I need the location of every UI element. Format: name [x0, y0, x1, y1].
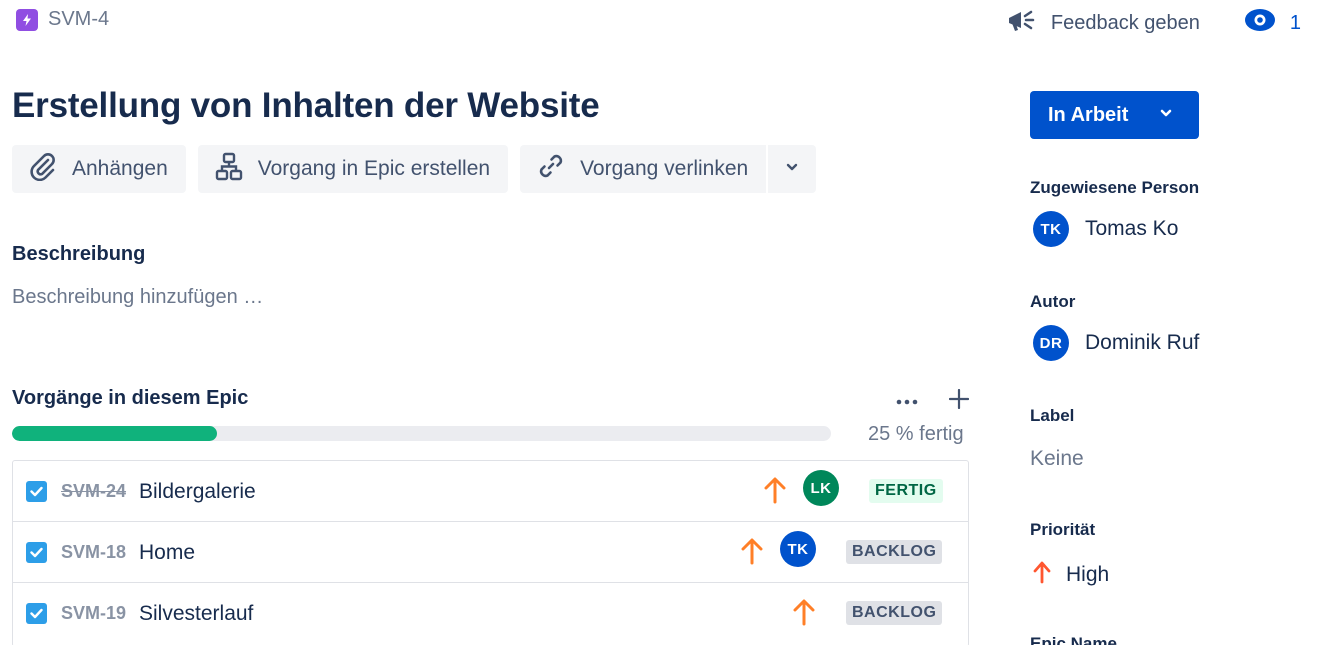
- create-in-epic-button[interactable]: Vorgang in Epic erstellen: [197, 145, 509, 193]
- plus-icon: [948, 388, 970, 414]
- checkbox-icon: [26, 481, 47, 502]
- child-issue-key[interactable]: SVM-24: [61, 481, 126, 502]
- priority-value: High: [1066, 563, 1110, 586]
- checkbox-icon: [26, 603, 47, 624]
- priority-arrow-icon: [739, 536, 765, 566]
- epic-name-label: Epic Name: [1030, 634, 1117, 645]
- child-issue-row[interactable]: SVM-24 Bildergalerie LK FERTIG: [13, 461, 968, 522]
- status-dropdown[interactable]: In Arbeit: [1030, 91, 1199, 139]
- assignee-avatar[interactable]: TK: [780, 531, 816, 567]
- child-issue-summary[interactable]: Bildergalerie: [139, 480, 256, 504]
- avatar: TK: [1033, 211, 1069, 247]
- child-issues-list: SVM-24 Bildergalerie LK FERTIG SVM-18 Ho…: [12, 460, 969, 645]
- priority-arrow-icon: [762, 475, 788, 505]
- assignee-name: Tomas Ko: [1085, 217, 1179, 240]
- create-in-epic-label: Vorgang in Epic erstellen: [257, 157, 491, 180]
- link-issue-label: Vorgang verlinken: [580, 157, 749, 180]
- more-icon: [896, 392, 918, 410]
- labels-field[interactable]: Keine: [1030, 447, 1084, 471]
- breadcrumb: SVM-4: [16, 8, 109, 31]
- description-input[interactable]: Beschreibung hinzufügen …: [12, 286, 263, 309]
- priority-arrow-icon: [1032, 560, 1052, 590]
- priority-label: Priorität: [1030, 520, 1096, 539]
- watch-button[interactable]: 1: [1244, 8, 1301, 38]
- status-lozenge[interactable]: FERTIG: [869, 479, 943, 503]
- megaphone-icon: [1005, 4, 1037, 42]
- hierarchy-icon: [214, 151, 244, 187]
- child-issues-tools: [892, 386, 974, 416]
- reporter-label: Autor: [1030, 292, 1076, 311]
- epic-icon: [16, 8, 38, 31]
- progress-bar: [12, 426, 831, 441]
- progress-label: 25 % fertig: [868, 423, 964, 445]
- attach-button[interactable]: Anhängen: [12, 145, 186, 193]
- assignee-field[interactable]: TK Tomas Ko: [1033, 211, 1178, 247]
- status-label: In Arbeit: [1048, 103, 1129, 126]
- issue-title[interactable]: Erstellung von Inhalten der Website: [12, 86, 600, 126]
- description-heading: Beschreibung: [12, 243, 146, 265]
- reporter-name: Dominik Ruf: [1085, 331, 1200, 354]
- issue-view: SVM-4 Feedback geben 1 Erstellung von In…: [0, 0, 1317, 645]
- eye-icon: [1244, 8, 1276, 38]
- feedback-button[interactable]: Feedback geben: [1005, 4, 1200, 42]
- priority-arrow-icon: [791, 597, 817, 627]
- child-issue-row[interactable]: SVM-18 Home TK BACKLOG: [13, 522, 968, 583]
- child-issues-more-button[interactable]: [892, 386, 922, 416]
- chevron-down-icon: [1158, 104, 1174, 127]
- status-lozenge[interactable]: BACKLOG: [846, 601, 943, 625]
- link-icon: [536, 151, 566, 187]
- breadcrumb-issue-key[interactable]: SVM-4: [48, 8, 109, 31]
- more-actions-button[interactable]: [768, 145, 816, 193]
- feedback-label: Feedback geben: [1050, 11, 1200, 34]
- issue-actions: Anhängen Vorgang in Epic erstellen Vorga…: [12, 145, 817, 193]
- link-issue-group: Vorgang verlinken: [520, 145, 817, 193]
- labels-label: Label: [1030, 406, 1075, 425]
- chevron-down-icon: [784, 159, 800, 180]
- attach-label: Anhängen: [72, 157, 168, 180]
- add-child-issue-button[interactable]: [944, 386, 974, 416]
- watchers-count: 1: [1289, 11, 1301, 34]
- avatar: DR: [1033, 325, 1069, 361]
- child-issue-key[interactable]: SVM-18: [61, 542, 126, 563]
- child-issue-summary[interactable]: Silvesterlauf: [139, 602, 253, 626]
- status-lozenge[interactable]: BACKLOG: [846, 540, 943, 564]
- reporter-field[interactable]: DR Dominik Ruf: [1033, 325, 1199, 361]
- child-issue-summary[interactable]: Home: [139, 541, 195, 565]
- progress-fill: [12, 426, 217, 441]
- paperclip-icon: [28, 151, 58, 187]
- priority-field[interactable]: High: [1032, 560, 1109, 590]
- child-issue-key[interactable]: SVM-19: [61, 603, 126, 624]
- header-actions: Feedback geben 1: [1005, 4, 1301, 42]
- assignee-avatar[interactable]: LK: [803, 470, 839, 506]
- assignee-label: Zugewiesene Person: [1030, 178, 1200, 197]
- link-issue-button[interactable]: Vorgang verlinken: [520, 145, 766, 193]
- child-issue-row[interactable]: SVM-19 Silvesterlauf BACKLOG: [13, 583, 968, 645]
- checkbox-icon: [26, 542, 47, 563]
- child-issues-heading: Vorgänge in diesem Epic: [12, 387, 249, 409]
